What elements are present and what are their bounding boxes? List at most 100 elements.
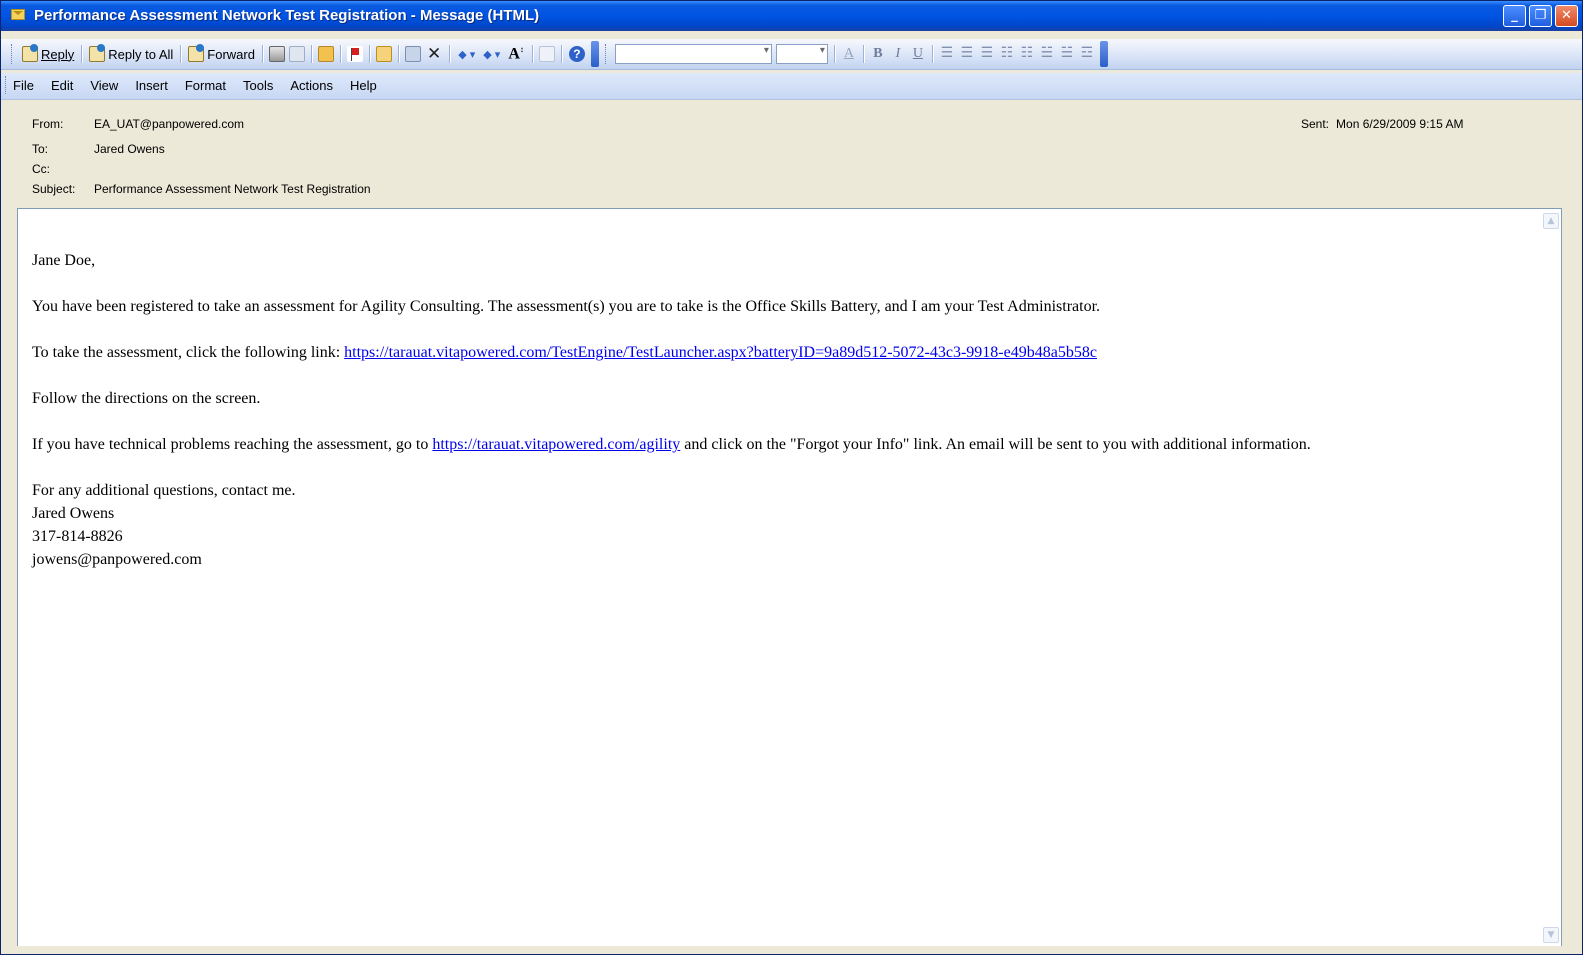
toolbar-separator (833, 45, 835, 63)
decrease-indent-icon[interactable]: ☱ (1039, 46, 1055, 62)
reply-button[interactable]: Reply (19, 43, 77, 65)
menu-tools[interactable]: Tools (243, 78, 273, 93)
scroll-up-icon[interactable]: ▲ (1543, 213, 1559, 229)
toolbar-separator (531, 45, 533, 63)
flag-icon[interactable] (346, 46, 363, 62)
toolbar-separator (560, 45, 562, 63)
toolbar-separator (862, 45, 864, 63)
toolbar-separator (368, 45, 370, 63)
menu-format[interactable]: Format (185, 78, 226, 93)
toolbar-separator (81, 45, 83, 63)
window-title: Performance Assessment Network Test Regi… (34, 7, 540, 24)
move-to-folder-icon[interactable] (317, 46, 334, 62)
align-left-icon[interactable]: ☰ (939, 46, 955, 62)
minimize-button[interactable]: _ (1503, 5, 1526, 27)
font-size-icon[interactable]: A↕ (508, 45, 524, 63)
toolbar-separator (397, 45, 399, 63)
toolbar-grip[interactable] (604, 44, 609, 64)
italic-icon[interactable]: I (890, 46, 906, 62)
standard-toolbar: Reply Reply to All Forward ✕ ◆ ▾ ◆ ▾ A↕ … (1, 39, 1582, 70)
bold-icon[interactable]: B (870, 46, 886, 62)
scroll-down-icon[interactable]: ▼ (1543, 927, 1559, 943)
font-size-select[interactable] (775, 44, 828, 64)
menu-edit[interactable]: Edit (51, 78, 73, 93)
paragraph-support: If you have technical problems reaching … (32, 433, 1531, 456)
align-right-icon[interactable]: ☰ (979, 46, 995, 62)
message-body[interactable]: Jane Doe, You have been registered to ta… (17, 208, 1562, 948)
sent-label: Sent: (1301, 117, 1330, 131)
restore-icon: ❐ (1534, 8, 1547, 23)
print-icon[interactable] (268, 46, 285, 62)
reply-label: Reply (41, 46, 75, 62)
forward-button[interactable]: Forward (185, 43, 258, 65)
subject-value: Performance Assessment Network Test Regi… (94, 182, 371, 196)
agility-link[interactable]: https://tarauat.vitapowered.com/agility (432, 436, 680, 453)
toolbar-separator (339, 45, 341, 63)
toolbar-separator (931, 45, 933, 63)
assessment-link[interactable]: https://tarauat.vitapowered.com/TestEngi… (344, 344, 1097, 361)
open-folder-icon[interactable] (375, 46, 392, 62)
sent-value: Mon 6/29/2009 9:15 AM (1336, 117, 1464, 131)
increase-indent-icon[interactable]: ☱ (1059, 46, 1075, 62)
address-book-icon[interactable] (404, 46, 421, 62)
copy-icon[interactable] (288, 46, 305, 62)
from-label: From: (32, 117, 64, 131)
vertical-scrollbar[interactable]: ▲ ▼ (1541, 209, 1561, 947)
paragraph-registration: You have been registered to take an asse… (32, 298, 1101, 315)
window-bottom-border (1, 946, 1582, 954)
font-name-select[interactable] (614, 44, 772, 64)
signature-block: For any additional questions, contact me… (32, 479, 1531, 571)
support-suffix-text: and click on the "Forgot your Info" link… (680, 436, 1311, 453)
signature-phone: 317-814-8826 (32, 528, 123, 545)
reply-all-button[interactable]: Reply to All (86, 43, 176, 65)
toolbar-separator (261, 45, 263, 63)
from-row: From: EA_UAT@panpowered.com (32, 117, 244, 131)
menu-help[interactable]: Help (350, 78, 377, 93)
delete-icon[interactable]: ✕ (427, 44, 441, 64)
title-bar[interactable]: Performance Assessment Network Test Regi… (1, 1, 1582, 31)
window-controls: _ ❐ ✕ (1503, 5, 1578, 27)
greeting: Jane Doe, (32, 252, 96, 269)
subject-row: Subject: Performance Assessment Network T… (32, 182, 371, 196)
menu-grip[interactable] (5, 76, 9, 94)
next-item-icon[interactable]: ◆ ▾ (483, 48, 500, 61)
message-header: From: EA_UAT@panpowered.com To: Jared Owen… (1, 100, 1582, 208)
toolbar-overflow-button[interactable] (590, 41, 599, 67)
to-label: To: (32, 142, 49, 156)
to-row: To: Jared Owens (32, 142, 165, 156)
menu-view[interactable]: View (90, 78, 118, 93)
bullet-list-icon[interactable]: ☷ (1019, 46, 1035, 62)
menu-insert[interactable]: Insert (135, 78, 168, 93)
menu-file[interactable]: File (13, 78, 34, 93)
envelope-icon (11, 9, 25, 20)
support-intro-text: If you have technical problems reaching … (32, 436, 433, 453)
paragraph-directions: Follow the directions on the screen. (32, 390, 261, 407)
help-icon[interactable]: ? (568, 46, 585, 62)
toolbar-separator (180, 45, 182, 63)
numbered-list-icon[interactable]: ☷ (999, 46, 1015, 62)
subject-label: Subject: (32, 182, 76, 196)
menu-actions[interactable]: Actions (290, 78, 333, 93)
sent-row: Sent: Mon 6/29/2009 9:15 AM (1301, 117, 1463, 131)
close-button[interactable]: ✕ (1555, 5, 1578, 27)
reply-all-label: Reply to All (108, 46, 174, 62)
toolbar-separator (310, 45, 312, 63)
closing-line: For any additional questions, contact me… (32, 482, 296, 499)
restore-button[interactable]: ❐ (1529, 5, 1552, 27)
minimize-icon: _ (1511, 8, 1518, 23)
align-center-icon[interactable]: ☰ (959, 46, 975, 62)
reply-all-icon (89, 44, 106, 62)
signature-name: Jared Owens (32, 505, 115, 522)
toolbar-separator (449, 45, 451, 63)
underline-icon[interactable]: U (910, 46, 926, 62)
from-value[interactable]: EA_UAT@panpowered.com (94, 117, 244, 131)
toolbar-overflow-button[interactable] (1099, 41, 1108, 67)
message-window: Performance Assessment Network Test Regi… (0, 0, 1583, 955)
toolbar-grip[interactable] (11, 44, 15, 64)
horizontal-line-icon[interactable]: ☲ (1079, 46, 1095, 62)
to-value[interactable]: Jared Owens (94, 142, 165, 156)
signature-email: jowens@panpowered.com (32, 551, 202, 568)
previous-item-icon[interactable]: ◆ ▾ (458, 48, 475, 61)
font-color-icon[interactable]: A (841, 46, 857, 62)
encoding-icon[interactable] (538, 46, 555, 62)
